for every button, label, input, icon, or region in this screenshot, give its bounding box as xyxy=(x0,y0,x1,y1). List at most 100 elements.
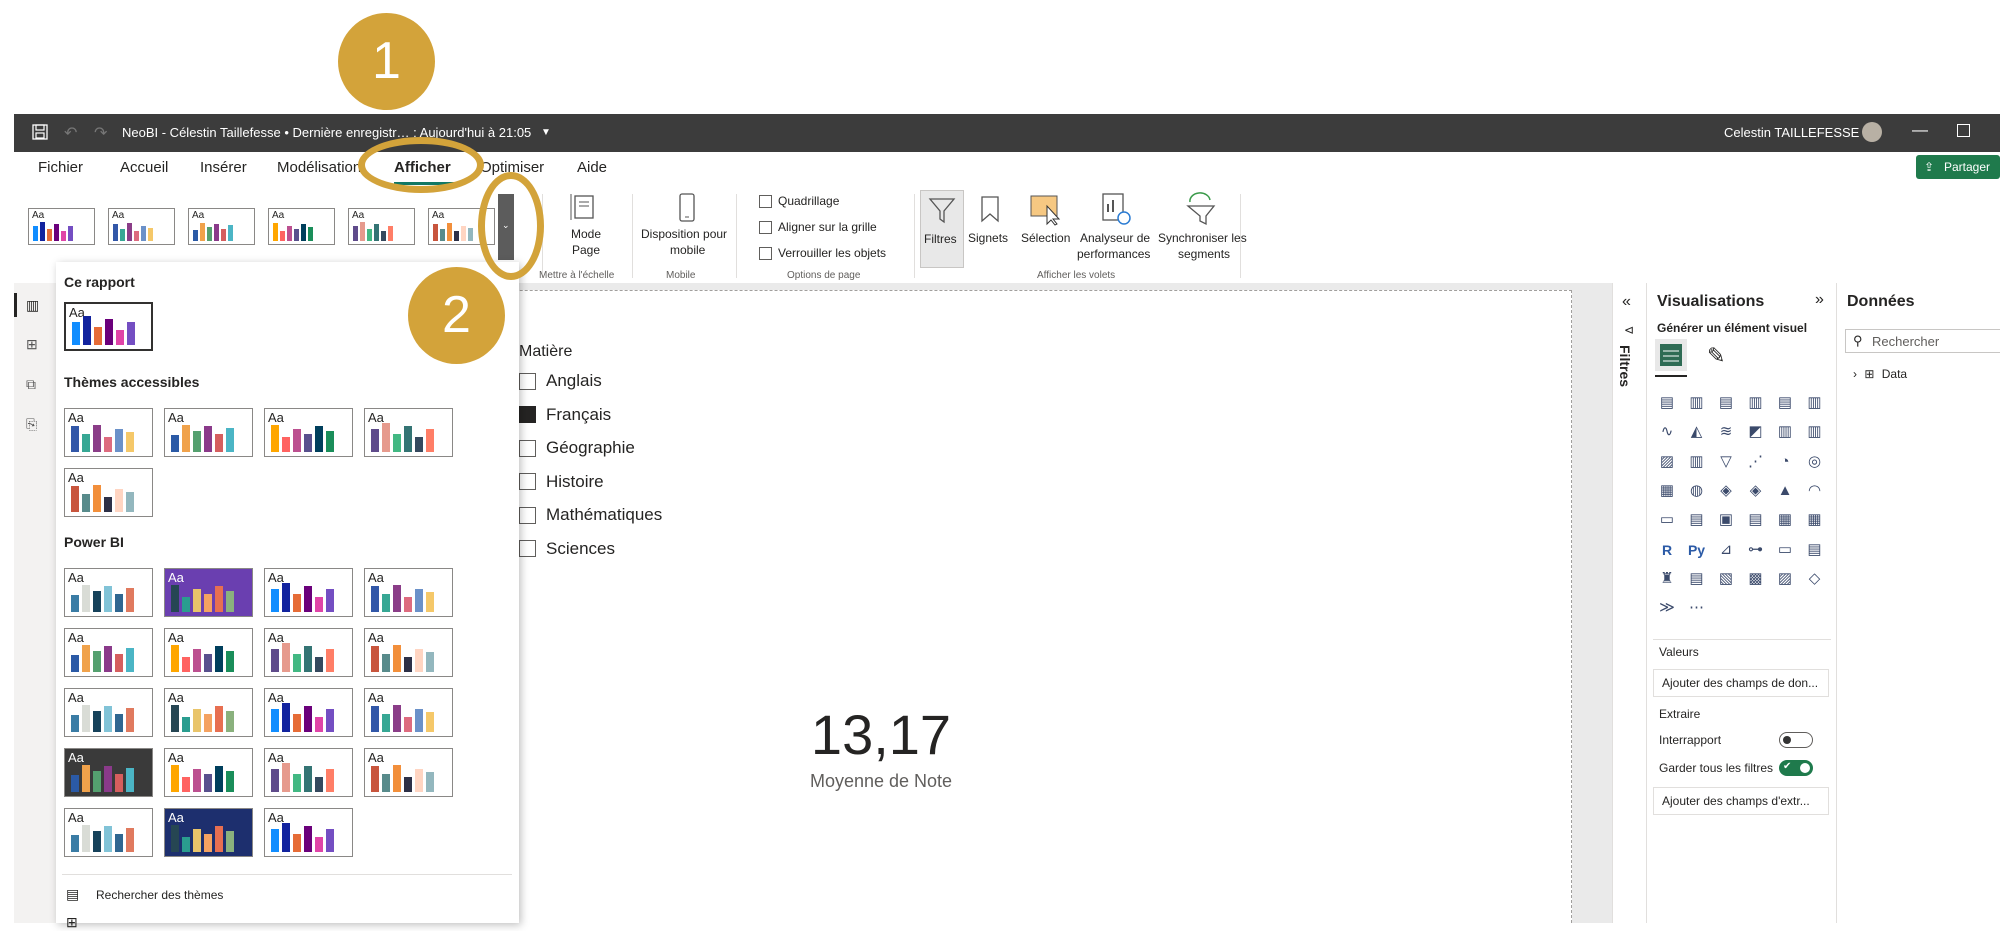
area-chart-icon[interactable]: ◭ xyxy=(1687,422,1707,442)
extract-well[interactable]: Ajouter des champs d'extr... xyxy=(1653,787,1829,815)
slicer-checkbox[interactable] xyxy=(519,540,536,557)
page-view-button[interactable]: Mode Page xyxy=(559,192,609,258)
data-table-item[interactable]: › ⊞ Data xyxy=(1853,367,1907,381)
ribbon-theme-swatch[interactable]: Aa xyxy=(268,208,335,245)
line-column-icon[interactable]: ▥ xyxy=(1775,422,1795,442)
theme-option[interactable]: Aa xyxy=(64,468,153,517)
values-well[interactable]: Ajouter des champs de don... xyxy=(1653,669,1829,697)
matrix-icon[interactable]: ▦ xyxy=(1805,510,1825,530)
more-options-icon[interactable]: ⋯ xyxy=(1687,598,1707,618)
minimize-icon[interactable]: — xyxy=(1912,122,1928,140)
theme-option[interactable]: Aa xyxy=(264,628,353,677)
theme-option[interactable]: Aa xyxy=(364,748,453,797)
redo-icon[interactable]: ↷ xyxy=(94,123,107,143)
save-icon[interactable] xyxy=(32,124,48,140)
theme-option[interactable]: Aa xyxy=(364,688,453,737)
qa-icon[interactable]: ▭ xyxy=(1775,540,1795,560)
keep-filters-toggle[interactable]: ✔ xyxy=(1779,760,1813,776)
expand-filters-icon[interactable]: « xyxy=(1622,293,1631,311)
dax-query-view-icon[interactable]: ⎘ xyxy=(26,416,37,433)
lock-objects-checkbox[interactable]: Verrouiller les objets xyxy=(759,246,886,260)
100-bar-icon[interactable]: ▤ xyxy=(1775,393,1795,413)
ribbon-theme-swatch[interactable]: Aa xyxy=(28,208,95,245)
filters-pane-button[interactable]: Filtres xyxy=(920,190,964,268)
theme-option[interactable]: Aa xyxy=(264,748,353,797)
clustered-column-icon[interactable]: ▥ xyxy=(1746,393,1766,413)
theme-option[interactable]: Aa xyxy=(264,408,353,457)
theme-option[interactable]: Aa xyxy=(64,302,153,351)
share-button[interactable]: ⇪ Partager xyxy=(1916,155,2000,179)
average-card[interactable]: 13,17 Moyenne de Note xyxy=(761,703,1001,813)
power-automate-icon[interactable]: ▩ xyxy=(1746,569,1766,589)
metrics-icon[interactable]: ♜ xyxy=(1657,569,1677,589)
filled-map-icon[interactable]: ◈ xyxy=(1716,481,1736,501)
ribbon-theme-swatch[interactable]: Aa xyxy=(188,208,255,245)
theme-option[interactable]: Aa xyxy=(64,748,153,797)
filters-pane-collapsed[interactable]: « ⊲ Filtres xyxy=(1612,283,1647,923)
bookmarks-button[interactable]: Signets xyxy=(968,190,1012,266)
shape-map-icon[interactable]: ◈ xyxy=(1746,481,1766,501)
multi-row-card-icon[interactable]: ▤ xyxy=(1687,510,1707,530)
theme-option[interactable]: Aa xyxy=(364,568,453,617)
menu-fichier[interactable]: Fichier xyxy=(38,159,83,176)
key-influencers-icon[interactable]: ⊿ xyxy=(1716,540,1736,560)
title-dropdown-icon[interactable]: ▼ xyxy=(541,127,551,138)
waterfall-icon[interactable]: ▥ xyxy=(1687,452,1707,472)
stacked-column-icon[interactable]: ▥ xyxy=(1687,393,1707,413)
slicer-item[interactable]: Histoire xyxy=(519,472,604,492)
clustered-bar-icon[interactable]: ▤ xyxy=(1716,393,1736,413)
slicer-checkbox[interactable] xyxy=(519,406,536,423)
undo-icon[interactable]: ↶ xyxy=(64,123,77,143)
performance-analyzer-button[interactable]: Analyseur de performances xyxy=(1074,190,1154,266)
theme-option[interactable]: Aa xyxy=(364,408,453,457)
model-view-icon[interactable]: ⧉ xyxy=(26,376,36,393)
ribbon-theme-swatch[interactable]: Aa xyxy=(348,208,415,245)
menu-aide[interactable]: Aide xyxy=(577,159,607,176)
snap-to-grid-checkbox[interactable]: Aligner sur la grille xyxy=(759,220,877,234)
search-themes-item[interactable]: ▤ Rechercher des thèmes xyxy=(66,886,366,906)
pie-icon[interactable]: ◔ xyxy=(1775,452,1795,472)
theme-option[interactable]: Aa xyxy=(164,568,253,617)
stacked-area-icon[interactable]: ≋ xyxy=(1716,422,1736,442)
r-visual-icon[interactable]: R xyxy=(1657,540,1677,560)
theme-option[interactable]: Aa xyxy=(64,628,153,677)
ribbon-theme-swatch[interactable]: Aa xyxy=(108,208,175,245)
stacked-bar-icon[interactable]: ▤ xyxy=(1657,393,1677,413)
theme-option[interactable]: Aa xyxy=(164,748,253,797)
maximize-icon[interactable] xyxy=(1957,124,1970,137)
slicer-item[interactable]: Anglais xyxy=(519,371,602,391)
ribbon-area-icon[interactable]: ◩ xyxy=(1746,422,1766,442)
line-stacked-column-icon[interactable]: ▥ xyxy=(1805,422,1825,442)
theme-option[interactable]: Aa xyxy=(264,568,353,617)
theme-option[interactable]: Aa xyxy=(64,688,153,737)
line-chart-icon[interactable]: ∿ xyxy=(1657,422,1677,442)
treemap-icon[interactable]: ▦ xyxy=(1657,481,1677,501)
slicer-item[interactable]: Sciences xyxy=(519,539,615,559)
slicer-checkbox[interactable] xyxy=(519,473,536,490)
cross-report-toggle[interactable] xyxy=(1779,732,1813,748)
get-more-visuals-icon[interactable]: ≫ xyxy=(1657,598,1677,618)
slicer-item[interactable]: Français xyxy=(519,405,611,425)
menu-inserer[interactable]: Insérer xyxy=(200,159,247,176)
azure-map-icon[interactable]: ▲ xyxy=(1775,481,1795,501)
power-apps-icon[interactable]: ▧ xyxy=(1716,569,1736,589)
data-search-input[interactable]: ⚲ Rechercher xyxy=(1845,329,2000,353)
gauge-icon[interactable]: ◠ xyxy=(1805,481,1825,501)
menu-accueil[interactable]: Accueil xyxy=(120,159,168,176)
theme-option[interactable]: Aa xyxy=(64,808,153,857)
ribbon-chart-icon[interactable]: ▨ xyxy=(1657,452,1677,472)
theme-option[interactable]: Aa xyxy=(264,688,353,737)
more-visuals-icon[interactable]: ◇ xyxy=(1805,569,1825,589)
scatter-icon[interactable]: ⋰ xyxy=(1746,452,1766,472)
arcgis-icon[interactable]: ▨ xyxy=(1775,569,1795,589)
theme-option[interactable]: Aa xyxy=(264,808,353,857)
kpi-icon[interactable]: ▣ xyxy=(1716,510,1736,530)
theme-option[interactable]: Aa xyxy=(164,808,253,857)
build-visual-tab[interactable] xyxy=(1655,339,1687,371)
map-icon[interactable]: ◍ xyxy=(1687,481,1707,501)
table-view-icon[interactable]: ⊞ xyxy=(26,336,38,353)
slicer-icon[interactable]: ▤ xyxy=(1746,510,1766,530)
theme-option[interactable]: Aa xyxy=(164,688,253,737)
collapse-viz-icon[interactable]: » xyxy=(1815,291,1824,309)
sync-slicers-button[interactable]: Synchroniser les segments xyxy=(1156,190,1248,266)
